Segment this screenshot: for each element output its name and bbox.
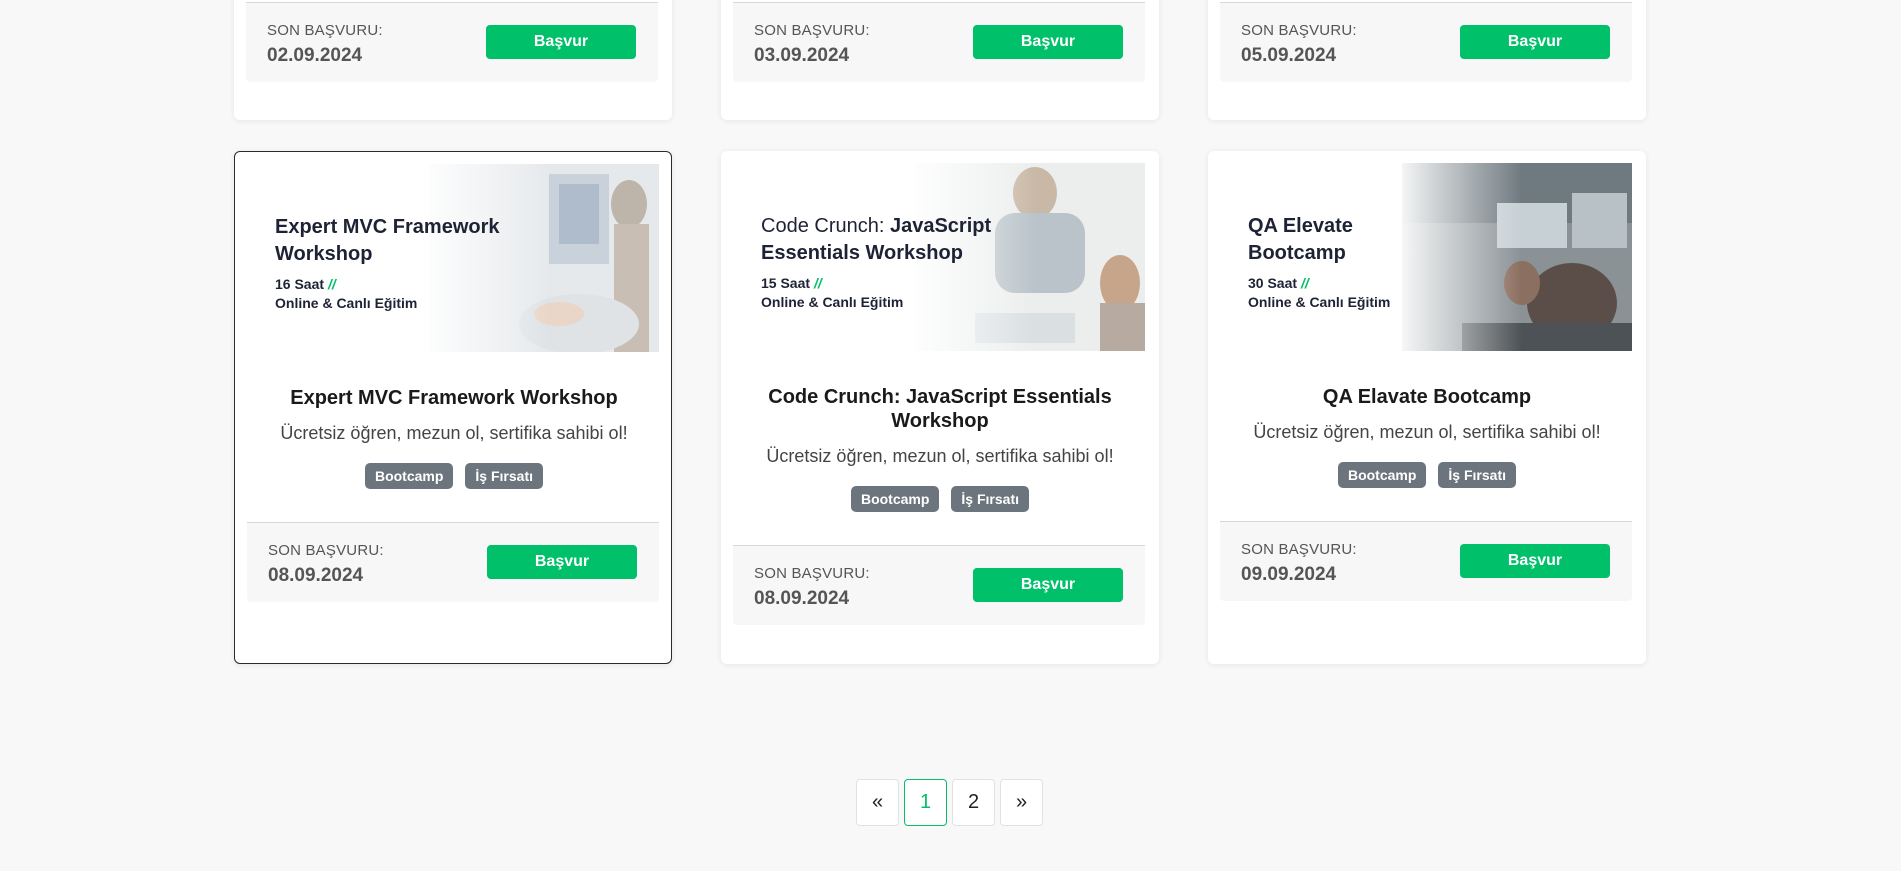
apply-button[interactable]: Başvur: [1460, 544, 1610, 578]
deadline-label: SON BAŞVURU:: [1241, 541, 1357, 558]
course-banner: Code Crunch: JavaScript Essentials Works…: [733, 163, 1145, 351]
deadline-date: 08.09.2024: [754, 588, 850, 609]
prev-page-button[interactable]: «: [856, 779, 899, 826]
deadline-panel: SON BAŞVURU: 05.09.2024 Başvur: [1220, 2, 1632, 82]
deadline-date: 02.09.2024: [267, 45, 363, 66]
course-description: Ücretsiz öğren, mezun ol, sertifika sahi…: [1253, 422, 1601, 442]
course-card-qa-elevate[interactable]: QA Elevate Bootcamp 30 Saat // Online & …: [1208, 151, 1646, 664]
deadline-date: 08.09.2024: [268, 565, 364, 586]
apply-button[interactable]: Başvur: [973, 568, 1123, 602]
course-card-expert-mvc[interactable]: Expert MVC Framework Workshop 16 Saat //…: [234, 151, 672, 664]
course-description: Ücretsiz öğren, mezun ol, sertifika sahi…: [280, 423, 628, 443]
deadline-date: 05.09.2024: [1241, 45, 1337, 66]
banner-mode: Online & Canlı Eğitim: [761, 294, 904, 310]
deadline-date: 03.09.2024: [754, 45, 850, 66]
banner-mode: Online & Canlı Eğitim: [1248, 294, 1391, 310]
tag-list: Bootcamp İş Fırsatı: [235, 463, 673, 489]
course-banner: QA Elevate Bootcamp 30 Saat // Online & …: [1220, 163, 1632, 351]
course-title: Code Crunch: JavaScript Essentials Works…: [768, 386, 1112, 432]
deadline-panel: SON BAŞVURU: 09.09.2024 Başvur: [1220, 521, 1632, 601]
pagination: « 1 2 »: [856, 779, 1043, 826]
banner-title: QA Elevate Bootcamp: [1248, 215, 1353, 264]
deadline-label: SON BAŞVURU:: [754, 565, 870, 582]
deadline-label: SON BAŞVURU:: [754, 22, 870, 39]
banner-title: Code Crunch: JavaScript Essentials Works…: [761, 215, 992, 264]
banner-title: Expert MVC Framework Workshop: [275, 216, 500, 265]
deadline-label: SON BAŞVURU:: [268, 542, 384, 559]
deadline-panel: SON BAŞVURU: 08.09.2024 Başvur: [247, 522, 659, 602]
course-card-javascript[interactable]: Code Crunch: JavaScript Essentials Works…: [721, 151, 1159, 664]
course-card: SON BAŞVURU: 05.09.2024 Başvur: [1208, 0, 1646, 120]
deadline-panel: SON BAŞVURU: 03.09.2024 Başvur: [733, 2, 1145, 82]
course-title: Expert MVC Framework Workshop: [290, 387, 618, 409]
course-banner: Expert MVC Framework Workshop 16 Saat //…: [247, 164, 659, 352]
deadline-panel: SON BAŞVURU: 08.09.2024 Başvur: [733, 545, 1145, 625]
banner-hours: 15 Saat //: [761, 275, 822, 291]
deadline-label: SON BAŞVURU:: [267, 22, 383, 39]
page-1-button[interactable]: 1: [904, 779, 947, 826]
deadline-label: SON BAŞVURU:: [1241, 22, 1357, 39]
next-page-button[interactable]: »: [1000, 779, 1043, 826]
tag-bootcamp: Bootcamp: [364, 463, 454, 489]
deadline-panel: SON BAŞVURU: 02.09.2024 Başvur: [246, 2, 658, 82]
tag-job-opportunity: İş Fırsatı: [951, 486, 1030, 512]
tag-bootcamp: Bootcamp: [850, 486, 940, 512]
tag-bootcamp: Bootcamp: [1337, 462, 1427, 488]
tag-list: Bootcamp İş Fırsatı: [1208, 462, 1646, 488]
tag-job-opportunity: İş Fırsatı: [1438, 462, 1517, 488]
course-card: SON BAŞVURU: 03.09.2024 Başvur: [721, 0, 1159, 120]
apply-button[interactable]: Başvur: [973, 25, 1123, 59]
deadline-date: 09.09.2024: [1241, 564, 1337, 585]
course-title: QA Elavate Bootcamp: [1322, 386, 1532, 408]
apply-button[interactable]: Başvur: [1460, 25, 1610, 59]
banner-hours: 30 Saat //: [1248, 275, 1309, 291]
apply-button[interactable]: Başvur: [487, 545, 637, 579]
tag-job-opportunity: İş Fırsatı: [465, 463, 544, 489]
banner-mode: Online & Canlı Eğitim: [275, 295, 418, 311]
banner-hours: 16 Saat //: [275, 276, 336, 292]
course-description: Ücretsiz öğren, mezun ol, sertifika sahi…: [766, 446, 1114, 466]
course-card: SON BAŞVURU: 02.09.2024 Başvur: [234, 0, 672, 120]
page-2-button[interactable]: 2: [952, 779, 995, 826]
apply-button[interactable]: Başvur: [486, 25, 636, 59]
tag-list: Bootcamp İş Fırsatı: [721, 486, 1159, 512]
